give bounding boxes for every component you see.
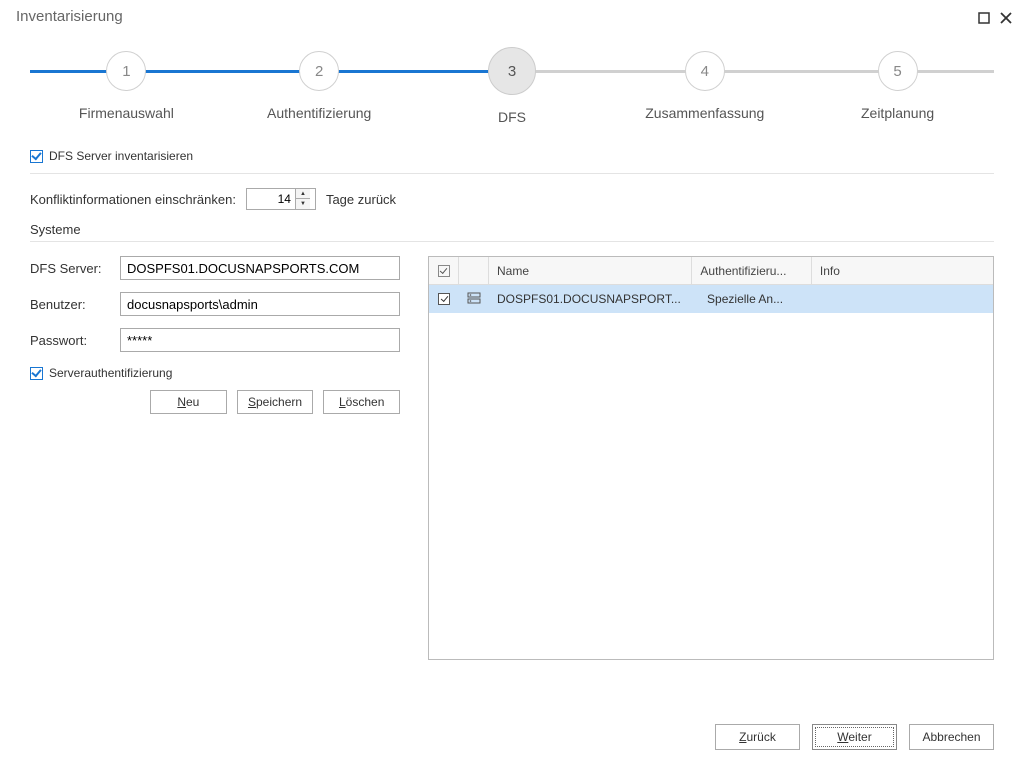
header-info[interactable]: Info <box>812 257 977 284</box>
new-button[interactable]: Neu <box>150 390 227 414</box>
save-button[interactable]: Speichern <box>237 390 314 414</box>
grid-header: Name Authentifizieru... Info <box>429 257 993 285</box>
dfs-inventory-label: DFS Server inventarisieren <box>49 149 193 163</box>
header-checkbox-col <box>429 257 459 284</box>
conflict-suffix: Tage zurück <box>326 192 396 207</box>
step-circle: 4 <box>685 51 725 91</box>
dfs-inventory-checkbox-row: DFS Server inventarisieren <box>30 141 994 169</box>
dfs-inventory-checkbox[interactable] <box>30 150 43 163</box>
form-panel: DFS Server: Benutzer: Passwort: Serverau… <box>30 256 400 660</box>
step-1[interactable]: 1 Firmenauswahl <box>31 51 221 125</box>
row-auth: Spezielle An... <box>699 292 822 306</box>
select-all-checkbox[interactable] <box>438 265 450 277</box>
step-5[interactable]: 5 Zeitplanung <box>803 51 993 125</box>
window-title: Inventarisierung <box>16 8 123 25</box>
serverauth-label: Serverauthentifizierung <box>49 366 172 380</box>
titlebar: Inventarisierung <box>0 0 1024 31</box>
step-3[interactable]: 3 DFS <box>417 51 607 125</box>
step-circle: 1 <box>106 51 146 91</box>
conflict-label: Konfliktinformationen einschränken: <box>30 192 236 207</box>
divider <box>30 241 994 242</box>
step-label: DFS <box>498 109 526 125</box>
step-2[interactable]: 2 Authentifizierung <box>224 51 414 125</box>
row-name: DOSPFS01.DOCUSNAPSPORT... <box>489 292 699 306</box>
systems-heading: Systeme <box>30 222 994 237</box>
user-input[interactable] <box>120 292 400 316</box>
step-circle: 5 <box>878 51 918 91</box>
password-input[interactable] <box>120 328 400 352</box>
header-name[interactable]: Name <box>489 257 692 284</box>
cancel-button[interactable]: Abbrechen <box>909 724 994 750</box>
step-label: Firmenauswahl <box>79 105 174 121</box>
step-label: Zeitplanung <box>861 105 934 121</box>
table-row[interactable]: DOSPFS01.DOCUSNAPSPORT... Spezielle An..… <box>429 285 993 313</box>
footer-buttons: Zurück Weiter Abbrechen <box>715 724 994 750</box>
header-spacer <box>977 257 993 284</box>
row-checkbox[interactable] <box>438 293 450 305</box>
server-icon <box>467 291 481 308</box>
dfs-server-input[interactable] <box>120 256 400 280</box>
conflict-row: Konfliktinformationen einschränken: ▲ ▼ … <box>30 188 994 210</box>
systems-grid: Name Authentifizieru... Info DOSPFS01.DO… <box>428 256 994 660</box>
days-input[interactable] <box>247 189 295 209</box>
window-controls <box>978 11 1012 23</box>
password-label: Passwort: <box>30 333 120 348</box>
divider <box>30 173 994 174</box>
step-circle: 2 <box>299 51 339 91</box>
maximize-icon[interactable] <box>978 11 990 23</box>
dfs-server-label: DFS Server: <box>30 261 120 276</box>
header-icon-col <box>459 257 489 284</box>
delete-button[interactable]: Löschen <box>323 390 400 414</box>
days-spinbox: ▲ ▼ <box>246 188 316 210</box>
step-circle: 3 <box>488 47 536 95</box>
header-auth[interactable]: Authentifizieru... <box>692 257 812 284</box>
step-4[interactable]: 4 Zusammenfassung <box>610 51 800 125</box>
serverauth-checkbox[interactable] <box>30 367 43 380</box>
user-label: Benutzer: <box>30 297 120 312</box>
spin-up[interactable]: ▲ <box>296 189 310 199</box>
next-button[interactable]: Weiter <box>812 724 897 750</box>
close-icon[interactable] <box>1000 11 1012 23</box>
step-label: Zusammenfassung <box>645 105 764 121</box>
back-button[interactable]: Zurück <box>715 724 800 750</box>
wizard-stepper: 1 Firmenauswahl 2 Authentifizierung 3 DF… <box>0 31 1024 141</box>
step-label: Authentifizierung <box>267 105 371 121</box>
spin-down[interactable]: ▼ <box>296 199 310 209</box>
